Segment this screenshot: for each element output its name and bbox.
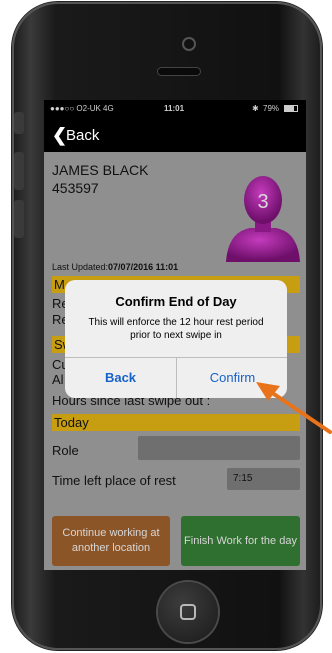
- worker-name: JAMES BLACK: [52, 162, 149, 178]
- section-bar-top-label: M: [54, 277, 65, 292]
- today-label: Today: [54, 415, 89, 430]
- last-updated-value: 07/07/2016 11:01: [108, 262, 179, 272]
- front-camera: [184, 39, 194, 49]
- avatar: 3: [226, 176, 300, 262]
- dialog-message: This will enforce the 12 hour rest perio…: [88, 317, 264, 341]
- finish-work-button[interactable]: Finish Work for the day: [181, 516, 300, 566]
- bluetooth-icon: ✱: [252, 104, 259, 113]
- nav-back-button[interactable]: Back: [66, 126, 99, 146]
- home-button[interactable]: [158, 582, 218, 642]
- last-updated: Last Updated:07/07/2016 11:01: [52, 262, 178, 272]
- battery-percent: 79%: [263, 104, 280, 113]
- status-time: 11:01: [164, 104, 185, 113]
- volume-up-button: [14, 152, 24, 190]
- last-updated-label: Last Updated:: [52, 262, 109, 272]
- status-bar: ●●●○○ O2-UK 4G 11:01 ✱ 79%: [44, 100, 306, 118]
- battery-icon: [284, 105, 298, 112]
- mute-switch: [14, 112, 24, 134]
- role-field[interactable]: [138, 436, 300, 460]
- nav-bar: ❮ Back: [44, 118, 306, 152]
- volume-down-button: [14, 200, 24, 238]
- dialog-back-button[interactable]: Back: [65, 358, 176, 398]
- time-left-field: 7:15: [227, 468, 300, 490]
- dialog-confirm-button[interactable]: Confirm: [177, 358, 287, 398]
- confirm-dialog: Confirm End of Day This will enforce the…: [65, 280, 287, 398]
- earpiece-speaker: [158, 68, 200, 75]
- time-left-label: Time left place of rest: [52, 473, 176, 488]
- obscured-row-4: Al: [52, 372, 64, 387]
- home-square-icon: [180, 604, 196, 620]
- continue-working-button[interactable]: Continue working at another location: [52, 516, 170, 566]
- today-bar: Today: [52, 414, 300, 431]
- time-left-value: 7:15: [233, 473, 253, 484]
- role-label: Role: [52, 443, 79, 458]
- app-screen: ●●●○○ O2-UK 4G 11:01 ✱ 79% ❮ Back JAMES …: [44, 100, 306, 570]
- avatar-badge: 3: [257, 191, 268, 213]
- chevron-left-icon[interactable]: ❮: [52, 125, 67, 145]
- worker-id: 453597: [52, 180, 99, 196]
- dialog-title: Confirm End of Day: [115, 294, 237, 309]
- carrier-text: ●●●○○ O2-UK 4G: [50, 104, 114, 113]
